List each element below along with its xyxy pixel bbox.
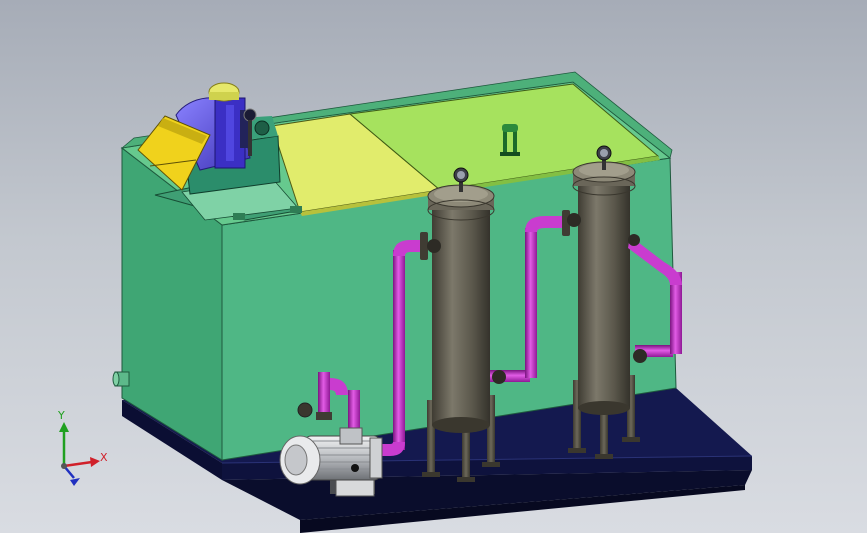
cad-model-scene[interactable] bbox=[0, 0, 867, 533]
coordinate-triad: Y X bbox=[48, 409, 108, 488]
x-axis-arrow bbox=[63, 460, 93, 468]
filter-housing-2[interactable] bbox=[568, 161, 640, 459]
triad-axes bbox=[59, 422, 100, 486]
drain-nozzle-left[interactable] bbox=[112, 371, 130, 387]
cad-viewport[interactable]: Y X bbox=[0, 0, 867, 533]
y-axis-label: Y bbox=[58, 409, 65, 422]
x-axis-label: X bbox=[100, 451, 108, 464]
